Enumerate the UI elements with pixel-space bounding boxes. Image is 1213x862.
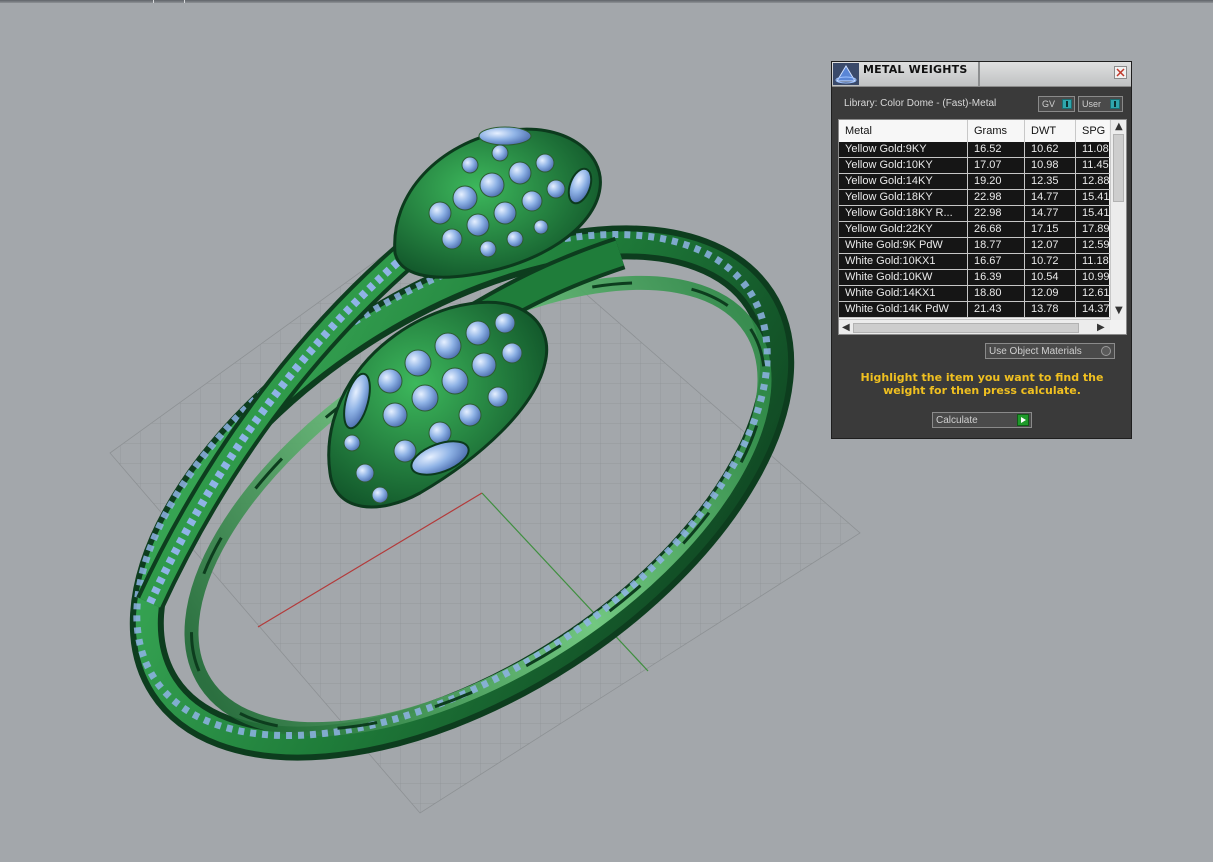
user-toggle[interactable]: User [1078, 96, 1123, 112]
vertical-scroll-thumb[interactable] [1113, 134, 1124, 202]
cell-dwt: 12.07 [1025, 238, 1076, 254]
cell-dwt: 13.78 [1025, 302, 1076, 318]
cell-dwt: 14.77 [1025, 190, 1076, 206]
cell-dwt: 12.09 [1025, 286, 1076, 302]
table-row[interactable]: White Gold:10KW 16.39 10.54 10.99 [839, 270, 1116, 286]
cell-dwt: 10.98 [1025, 158, 1076, 174]
cell-dwt: 14.77 [1025, 206, 1076, 222]
table-row[interactable]: Yellow Gold:10KY 17.07 10.98 11.45 [839, 158, 1116, 174]
cell-grams: 18.80 [968, 286, 1025, 302]
table-row[interactable]: Yellow Gold:18KY 22.98 14.77 15.41 [839, 190, 1116, 206]
cell-metal: White Gold:14K PdW [839, 302, 968, 318]
use-object-materials-label: Use Object Materials [989, 346, 1082, 357]
cell-dwt: 10.54 [1025, 270, 1076, 286]
toggle-knob-icon [1110, 99, 1120, 109]
scroll-down-icon[interactable]: ▼ [1115, 306, 1123, 316]
cell-metal: Yellow Gold:9KY [839, 142, 968, 158]
column-header-grams[interactable]: Grams [968, 120, 1025, 142]
cell-grams: 17.07 [968, 158, 1025, 174]
cell-grams: 22.98 [968, 190, 1025, 206]
close-button[interactable] [1114, 66, 1127, 79]
table-row[interactable]: White Gold:14KX1 18.80 12.09 12.61 [839, 286, 1116, 302]
cell-metal: White Gold:10KX1 [839, 254, 968, 270]
cell-metal: Yellow Gold:22KY [839, 222, 968, 238]
table-row[interactable]: Yellow Gold:9KY 16.52 10.62 11.08 [839, 142, 1116, 158]
cell-grams: 16.67 [968, 254, 1025, 270]
instruction-text: Highlight the item you want to find the … [860, 371, 1104, 397]
titlebar-separator [978, 62, 980, 86]
cell-grams: 16.52 [968, 142, 1025, 158]
cell-metal: White Gold:9K PdW [839, 238, 968, 254]
column-header-dwt[interactable]: DWT [1025, 120, 1076, 142]
radio-icon[interactable] [1101, 346, 1111, 356]
calculate-label: Calculate [936, 415, 978, 426]
table-row[interactable]: Yellow Gold:22KY 26.68 17.15 17.89 [839, 222, 1116, 238]
horizontal-scroll-thumb[interactable] [853, 323, 1079, 333]
cell-dwt: 12.35 [1025, 174, 1076, 190]
close-icon [1116, 68, 1125, 77]
user-toggle-label: User [1082, 99, 1102, 109]
play-arrow-icon [1017, 414, 1029, 426]
cell-metal: Yellow Gold:18KY R... [839, 206, 968, 222]
scroll-right-icon[interactable]: ▶ [1097, 323, 1105, 333]
cell-dwt: 17.15 [1025, 222, 1076, 238]
table-row[interactable]: Yellow Gold:14KY 19.20 12.35 12.88 [839, 174, 1116, 190]
use-object-materials-option[interactable]: Use Object Materials [985, 343, 1115, 359]
cell-grams: 16.39 [968, 270, 1025, 286]
cell-grams: 19.20 [968, 174, 1025, 190]
panel-titlebar[interactable]: METAL WEIGHTS [832, 62, 1131, 87]
table-row[interactable]: White Gold:9K PdW 18.77 12.07 12.59 [839, 238, 1116, 254]
vertical-scrollbar[interactable]: ▲ ▼ [1110, 120, 1126, 320]
column-header-metal[interactable]: Metal [839, 120, 968, 142]
cell-grams: 26.68 [968, 222, 1025, 238]
gv-toggle[interactable]: GV [1038, 96, 1075, 112]
table-row[interactable]: White Gold:10KX1 16.67 10.72 11.18 [839, 254, 1116, 270]
panel-title: METAL WEIGHTS [863, 63, 968, 76]
cell-metal: Yellow Gold:10KY [839, 158, 968, 174]
calculate-button[interactable]: Calculate [932, 412, 1032, 428]
app-logo-icon [833, 63, 859, 85]
horizontal-scrollbar[interactable]: ◀ ▶ [839, 319, 1110, 334]
library-label: Library: Color Dome - (Fast)-Metal [844, 98, 997, 109]
table-row[interactable]: White Gold:14K PdW 21.43 13.78 14.37 [839, 302, 1116, 318]
toggle-knob-icon [1062, 99, 1072, 109]
cell-grams: 22.98 [968, 206, 1025, 222]
cell-dwt: 10.62 [1025, 142, 1076, 158]
metal-weights-panel: METAL WEIGHTS Library: Color Dome - (Fas… [831, 61, 1132, 439]
cell-metal: Yellow Gold:18KY [839, 190, 968, 206]
table-header: Metal Grams DWT SPG [839, 120, 1116, 143]
cell-grams: 18.77 [968, 238, 1025, 254]
cell-metal: White Gold:10KW [839, 270, 968, 286]
cell-metal: White Gold:14KX1 [839, 286, 968, 302]
cell-grams: 21.43 [968, 302, 1025, 318]
scroll-up-icon[interactable]: ▲ [1115, 122, 1123, 132]
metal-weights-table[interactable]: Metal Grams DWT SPG Yellow Gold:9KY 16.52… [838, 119, 1127, 335]
gv-toggle-label: GV [1042, 99, 1056, 109]
cell-metal: Yellow Gold:14KY [839, 174, 968, 190]
cell-dwt: 10.72 [1025, 254, 1076, 270]
scroll-left-icon[interactable]: ◀ [842, 323, 850, 333]
table-row[interactable]: Yellow Gold:18KY R... 22.98 14.77 15.41 [839, 206, 1116, 222]
